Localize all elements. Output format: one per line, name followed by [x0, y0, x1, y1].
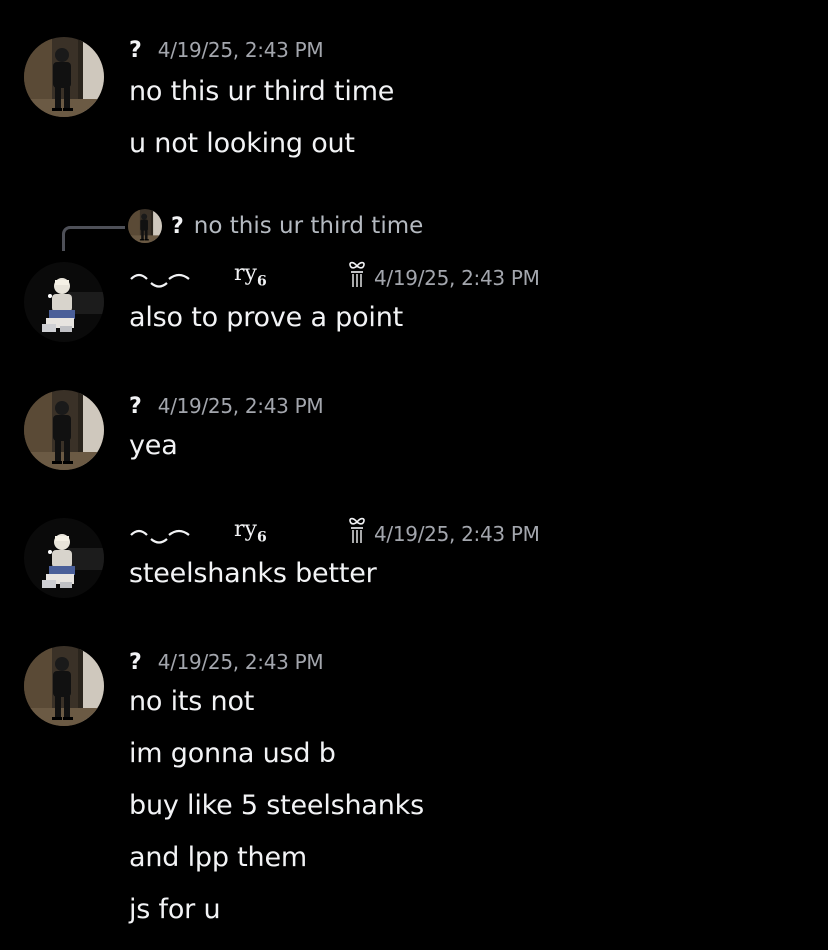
- message-text: js for u: [129, 894, 221, 925]
- fancy-username-sub: 6: [256, 529, 267, 546]
- message-header: ? 4/19/25, 2:43 PM: [129, 647, 324, 677]
- reply-text: no this ur third time: [193, 213, 424, 239]
- person-avatar-icon: [24, 518, 104, 598]
- person-avatar-icon: [24, 646, 104, 726]
- username[interactable]: ry6: [129, 261, 374, 293]
- message-header: ry6 4/19/25, 2:43 PM: [129, 517, 540, 549]
- message-text: also to prove a point: [129, 302, 404, 333]
- person-avatar-icon: [128, 209, 162, 243]
- message-header: ry6 4/19/25, 2:43 PM: [129, 261, 540, 293]
- username[interactable]: ?: [129, 394, 142, 419]
- user-avatar[interactable]: [24, 646, 104, 726]
- reply-avatar: [128, 209, 162, 243]
- message-text: im gonna usd b: [129, 738, 336, 769]
- timestamp: 4/19/25, 2:43 PM: [157, 394, 324, 418]
- message-header: ? 4/19/25, 2:43 PM: [129, 35, 324, 65]
- wave-decoration-icon: [130, 273, 190, 288]
- message-text: yea: [129, 430, 178, 461]
- bow-icon: [349, 261, 365, 287]
- message-text: no this ur third time: [129, 76, 395, 107]
- message-text: steelshanks better: [129, 558, 377, 589]
- reply-reference[interactable]: ? no this ur third time: [128, 208, 423, 244]
- person-avatar-icon: [24, 262, 104, 342]
- bow-icon: [349, 517, 365, 543]
- user-avatar[interactable]: [24, 390, 104, 470]
- user-avatar[interactable]: [24, 37, 104, 117]
- timestamp: 4/19/25, 2:43 PM: [157, 38, 324, 62]
- message-text: buy like 5 steelshanks: [129, 790, 424, 821]
- fancy-username-text: ry6: [234, 261, 267, 289]
- user-avatar[interactable]: [24, 518, 104, 598]
- fancy-username-main: ry: [234, 261, 257, 286]
- timestamp: 4/19/25, 2:43 PM: [374, 266, 540, 290]
- message-text: and lpp them: [129, 842, 307, 873]
- user-avatar[interactable]: [24, 262, 104, 342]
- username[interactable]: ?: [129, 38, 142, 63]
- timestamp: 4/19/25, 2:43 PM: [157, 650, 324, 674]
- message-header: ? 4/19/25, 2:43 PM: [129, 391, 324, 421]
- wave-decoration-icon: [130, 529, 190, 544]
- reply-username: ?: [171, 213, 184, 239]
- fancy-username-text: ry6: [234, 517, 267, 545]
- reply-connector: [62, 226, 125, 251]
- message-text: no its not: [129, 686, 255, 717]
- person-avatar-icon: [24, 37, 104, 117]
- username[interactable]: ry6: [129, 517, 374, 549]
- fancy-username-sub: 6: [256, 273, 267, 290]
- message-text: u not looking out: [129, 128, 355, 159]
- fancy-username-main: ry: [234, 517, 257, 542]
- person-avatar-icon: [24, 390, 104, 470]
- timestamp: 4/19/25, 2:43 PM: [374, 522, 540, 546]
- username[interactable]: ?: [129, 650, 142, 675]
